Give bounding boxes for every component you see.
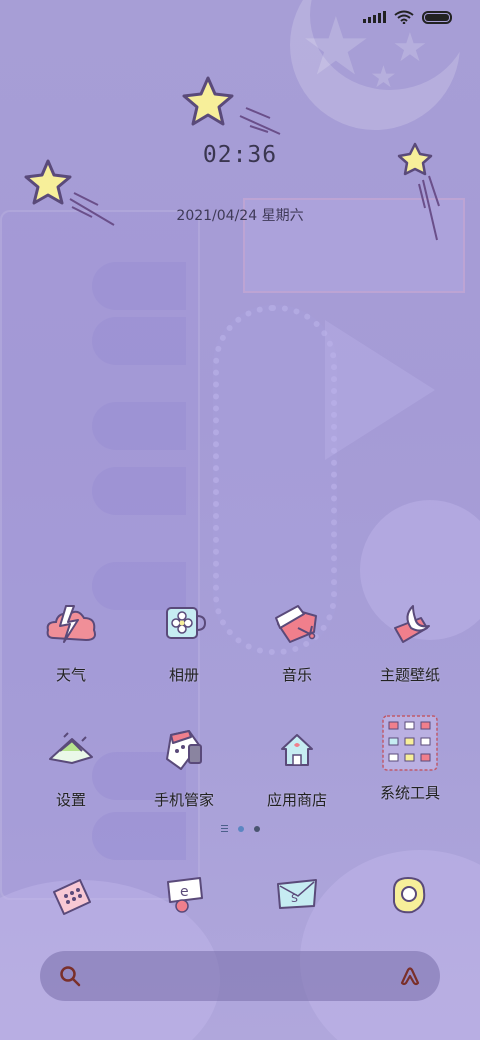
app-label: 主题壁纸 bbox=[379, 666, 440, 684]
battery-icon bbox=[422, 10, 452, 24]
app-label: 应用商店 bbox=[266, 791, 327, 809]
svg-text:S: S bbox=[291, 892, 298, 905]
assistant-icon[interactable] bbox=[398, 964, 422, 988]
page-dot-active[interactable] bbox=[237, 825, 244, 832]
status-bar bbox=[363, 10, 452, 24]
camera-icon[interactable] bbox=[384, 872, 434, 922]
app-weather[interactable]: 天气 bbox=[11, 598, 131, 685]
gallery-icon bbox=[166, 607, 207, 639]
app-settings[interactable]: 设置 bbox=[11, 723, 131, 810]
app-store-icon bbox=[281, 734, 313, 766]
weather-icon bbox=[46, 605, 96, 643]
themes-icon bbox=[394, 605, 430, 643]
app-label: 音乐 bbox=[281, 666, 312, 684]
app-store[interactable]: 应用商店 bbox=[237, 723, 357, 810]
flag-decoration bbox=[325, 320, 435, 460]
folder-system-tools[interactable]: 系统工具 bbox=[350, 712, 470, 803]
page-dot[interactable] bbox=[253, 825, 260, 832]
search-icon[interactable] bbox=[58, 964, 82, 988]
wifi-icon bbox=[394, 10, 414, 24]
page-indicator[interactable] bbox=[0, 825, 480, 832]
phone-dialer-icon[interactable] bbox=[46, 872, 96, 922]
app-label: 设置 bbox=[55, 791, 86, 809]
svg-text:e: e bbox=[180, 884, 189, 900]
star-decoration: ★ bbox=[392, 25, 428, 71]
star-decoration: ★ bbox=[370, 60, 397, 95]
messages-icon[interactable]: S bbox=[272, 872, 322, 922]
app-security[interactable]: 手机管家 bbox=[124, 723, 244, 810]
security-icon bbox=[166, 730, 202, 770]
battery-level bbox=[425, 13, 449, 21]
app-label: 系统工具 bbox=[379, 784, 440, 802]
search-bar[interactable] bbox=[40, 951, 440, 1001]
system-tools-folder-icon bbox=[382, 715, 438, 771]
app-label: 相册 bbox=[168, 666, 199, 684]
cellular-signal-icon bbox=[363, 11, 386, 23]
page-indicator-menu[interactable] bbox=[220, 825, 228, 832]
app-gallery[interactable]: 相册 bbox=[124, 598, 244, 685]
star-decoration: ★ bbox=[300, 0, 372, 93]
browser-icon[interactable]: e bbox=[160, 872, 210, 922]
clock-time[interactable]: 02:36 bbox=[0, 142, 480, 168]
app-music[interactable]: 音乐 bbox=[237, 598, 357, 685]
clock-date[interactable]: 2021/04/24 星期六 bbox=[0, 205, 480, 225]
music-icon bbox=[275, 605, 317, 643]
app-label: 手机管家 bbox=[153, 791, 214, 809]
settings-icon bbox=[49, 732, 93, 764]
app-label: 天气 bbox=[55, 666, 86, 684]
shooting-star-decoration bbox=[182, 76, 281, 135]
app-themes[interactable]: 主题壁纸 bbox=[350, 598, 470, 685]
